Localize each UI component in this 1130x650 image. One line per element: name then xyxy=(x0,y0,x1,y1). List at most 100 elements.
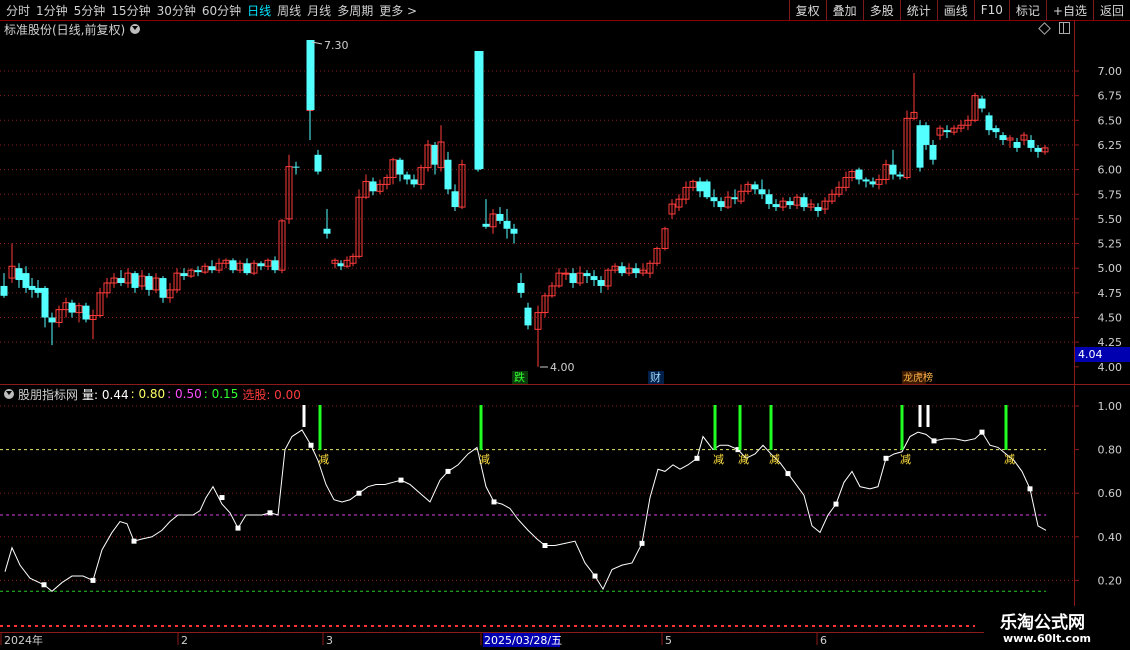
ind-tick-label: 0.40 xyxy=(1098,531,1123,544)
signal-label: 减 xyxy=(479,453,490,466)
candle-body xyxy=(22,273,30,288)
kline-chart[interactable]: 7.00 6.75 6.50 6.25 6.00 5.75 5.50 5.25 5.00 4.75… xyxy=(0,0,1130,650)
candle-body xyxy=(1013,141,1021,148)
series-point xyxy=(592,573,598,579)
date-label: 2024年 xyxy=(4,633,43,647)
series-point xyxy=(833,501,839,507)
candle-body xyxy=(68,302,76,313)
green-signal-bar xyxy=(769,405,773,450)
candle-body xyxy=(889,164,897,175)
candle-body xyxy=(569,273,577,283)
candle-body xyxy=(855,169,863,180)
vol-value: 量: 0.44 xyxy=(82,387,129,402)
candle-body xyxy=(1034,147,1042,152)
series-point xyxy=(219,495,225,501)
candle-body xyxy=(510,228,518,234)
date-label: 5 xyxy=(665,634,672,647)
candle-body xyxy=(180,273,188,277)
series-point xyxy=(267,510,273,516)
max-price-label: 7.30 xyxy=(324,39,349,52)
candle-body xyxy=(369,181,377,192)
value-4: : 0.15 xyxy=(203,387,239,401)
series-point xyxy=(308,442,314,448)
candle-body xyxy=(474,51,484,169)
candle-body xyxy=(772,204,780,208)
signal-label: 减 xyxy=(769,453,780,466)
indicator-title-row: 股朋指标网 量: 0.44 : 0.80 : 0.50 : 0.15 选股: 0… xyxy=(4,386,301,402)
price-tick-label: 5.75 xyxy=(1098,188,1123,201)
green-signal-bar xyxy=(713,405,717,450)
indicator-name: 股朋指标网 xyxy=(18,387,79,402)
green-signal-bar xyxy=(479,405,483,450)
signal-label: 减 xyxy=(738,453,749,466)
green-signal-bar xyxy=(1004,405,1008,450)
series-point xyxy=(90,577,96,583)
candle-body xyxy=(323,228,331,234)
series-point xyxy=(398,477,404,483)
series-point xyxy=(41,582,47,588)
series-point xyxy=(356,490,362,496)
series-point xyxy=(883,455,889,461)
candle-body xyxy=(717,201,725,208)
min-price-label: 4.00 xyxy=(550,361,575,374)
white-signal-bar xyxy=(926,405,930,427)
green-signal-bar xyxy=(738,405,742,450)
series-point xyxy=(131,538,137,544)
candle-body xyxy=(758,189,766,195)
candle-body xyxy=(814,207,822,212)
value-2: : 0.80 xyxy=(130,387,166,401)
candle-body xyxy=(524,307,532,326)
ind-tick-label: 1.00 xyxy=(1098,400,1123,413)
series-point xyxy=(542,543,548,549)
candle-body xyxy=(618,266,626,274)
candle-body xyxy=(229,260,237,271)
signal-label: 减 xyxy=(900,453,911,466)
candle-body xyxy=(34,287,42,293)
price-tick-label: 6.00 xyxy=(1098,164,1123,177)
candle-body xyxy=(503,220,511,229)
white-signal-bar xyxy=(918,405,922,427)
price-tick-label: 4.50 xyxy=(1098,312,1123,325)
candle-body xyxy=(916,125,924,168)
candle-body xyxy=(597,280,605,286)
signal-label: 减 xyxy=(1004,453,1015,466)
candle-body xyxy=(292,166,300,168)
candle-body xyxy=(28,285,36,290)
current-price-label: 4.04 xyxy=(1078,348,1103,361)
candle-body xyxy=(496,213,504,221)
date-label: 3 xyxy=(326,634,333,647)
candle-body xyxy=(869,181,877,185)
marker-finance: 财 xyxy=(650,370,661,384)
green-signal-bar xyxy=(900,405,904,450)
candle-body xyxy=(0,285,8,296)
candle-body xyxy=(1027,140,1035,148)
candle-body xyxy=(731,197,739,200)
candle-body xyxy=(208,266,216,271)
candle-body xyxy=(15,268,23,281)
series-point xyxy=(1027,486,1033,492)
candle-body xyxy=(765,194,773,205)
candle-body xyxy=(403,174,411,180)
indicator-dropdown-icon[interactable] xyxy=(4,389,14,399)
series-point xyxy=(785,471,791,477)
ind-tick-label: 0.20 xyxy=(1098,574,1123,587)
candle-body xyxy=(896,174,904,177)
candle-body xyxy=(696,181,704,192)
candle-body xyxy=(82,305,90,320)
candle-body xyxy=(444,159,452,190)
ind-tick-label: 0.80 xyxy=(1098,444,1123,457)
signal-label: 减 xyxy=(318,453,329,466)
candle-body xyxy=(337,263,345,267)
pick-value: 选股: 0.00 xyxy=(242,387,301,402)
candle-body xyxy=(929,144,937,160)
series-point xyxy=(235,525,241,531)
ind-tick-label: 0.60 xyxy=(1098,487,1123,500)
price-tick-label: 4.00 xyxy=(1098,361,1123,374)
date-label: 2 xyxy=(181,634,188,647)
candle-body xyxy=(396,159,404,175)
price-tick-label: 4.75 xyxy=(1098,287,1123,300)
watermark-url: www.60lt.com xyxy=(1003,632,1092,645)
candle-body xyxy=(131,273,139,288)
green-signal-bar xyxy=(318,405,322,450)
candle-body xyxy=(271,260,279,271)
